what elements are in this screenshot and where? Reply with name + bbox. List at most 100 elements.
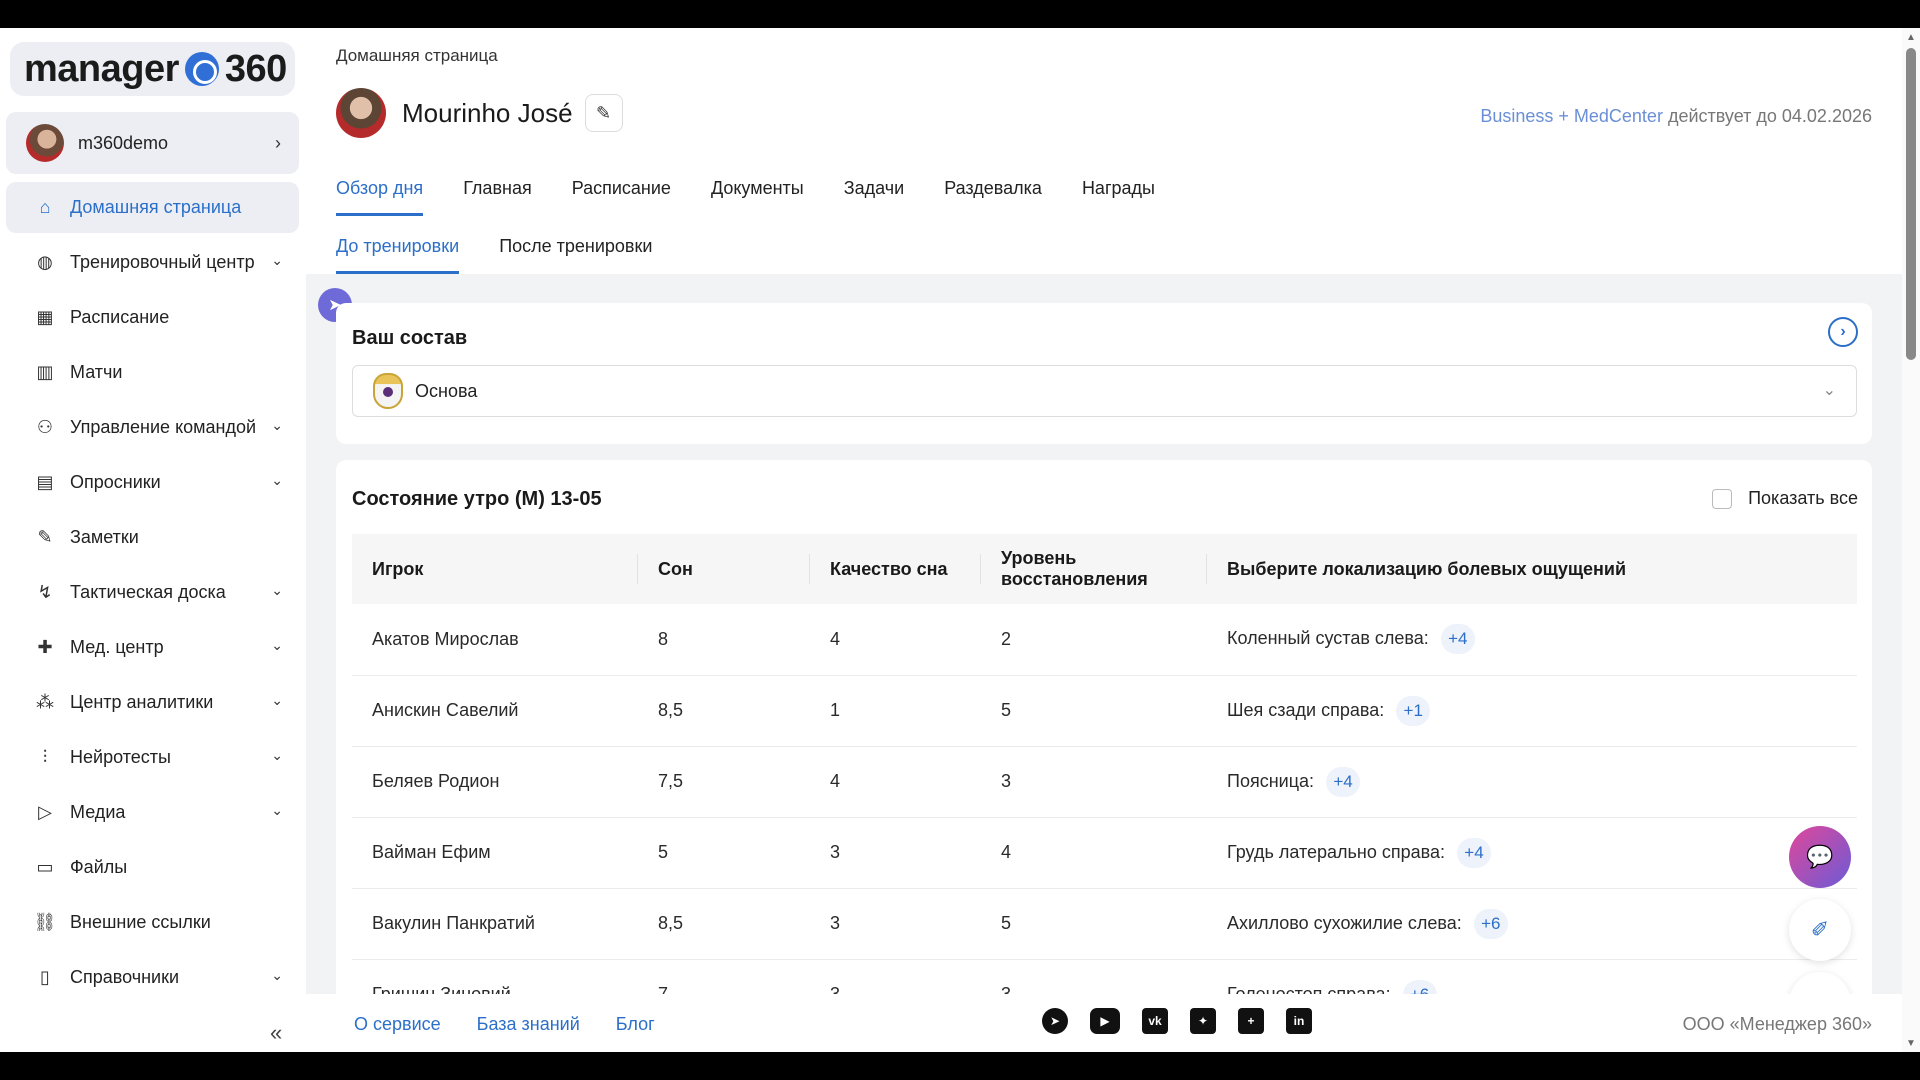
player-cell: Беляев Родион: [372, 771, 500, 791]
table-row[interactable]: Вайман Ефим 5 3 4 Грудь латерально справа: +4: [352, 817, 1857, 888]
pain-cell: Коленный сустав слева: +4: [1207, 604, 1857, 675]
show-all-checkbox[interactable]: [1712, 488, 1733, 509]
sidebar-item-folder[interactable]: ▭ Файлы: [6, 842, 299, 893]
column-header[interactable]: Выберите локализацию болевых ощущений: [1207, 534, 1857, 604]
sidebar-item-play[interactable]: ▷ Медиа ⌄: [6, 787, 299, 838]
scroll-down-arrow-icon[interactable]: ▼: [1906, 1038, 1916, 1049]
table-row[interactable]: Вакулин Панкратий 8,5 3 5 Ахиллово сухожилие…: [352, 888, 1857, 959]
chevron-down-icon: ⌄: [271, 802, 283, 818]
tab-3[interactable]: Расписание: [572, 178, 671, 216]
scroll-up-arrow-icon[interactable]: ▲: [1906, 32, 1916, 43]
sidebar-item-pencil[interactable]: ✎ Заметки: [6, 512, 299, 563]
state-table: Игрок Сон Качество сна Уровень восстановлен…: [352, 534, 1857, 1020]
chevron-down-icon: ⌄: [271, 252, 283, 268]
sidebar-item-ball[interactable]: ◍ Тренировочный центр ⌄: [6, 237, 299, 288]
pain-location: Коленный сустав слева:: [1227, 628, 1429, 649]
recovery-cell: 2: [1001, 628, 1012, 649]
table-row[interactable]: Анискин Савелий 8,5 1 5 Шея сзади справа: +1: [352, 675, 1857, 746]
sidebar-item-label: Тактическая доска: [70, 582, 226, 602]
more-locations-badge[interactable]: +4: [1457, 837, 1491, 868]
tab-4[interactable]: Документы: [711, 178, 804, 216]
sleep-quality-cell: 4: [830, 628, 841, 649]
table-row[interactable]: Акатов Мирослав 8 4 2 Коленный сустав слева:…: [352, 604, 1857, 675]
chat-button[interactable]: 💬: [1789, 826, 1851, 888]
more-locations-badge[interactable]: +4: [1326, 766, 1361, 797]
license-plan[interactable]: Business + MedCenter: [1480, 106, 1663, 126]
sidebar-item-link[interactable]: ⛓ Внешние ссылки: [6, 897, 299, 948]
chevron-down-icon: ⌄: [271, 967, 283, 983]
recovery-cell: 5: [1001, 913, 1012, 933]
table-row[interactable]: Беляев Родион 7,5 4 3 Поясница: +4: [352, 746, 1857, 817]
tab-5[interactable]: Задачи: [844, 178, 904, 216]
footer-link[interactable]: О сервисе: [354, 1014, 441, 1035]
profile-name: Mourinho José: [402, 97, 573, 128]
pencil-icon: ✎: [37, 527, 53, 547]
more-locations-badge[interactable]: +6: [1473, 908, 1508, 939]
sleep-cell: 8,5: [658, 700, 684, 720]
sidebar-item-home[interactable]: ⌂ Домашняя страница: [6, 182, 299, 233]
show-all-label: Показать все: [1748, 488, 1858, 508]
linkedin-icon[interactable]: in: [1286, 1008, 1312, 1034]
pain-location: Ахиллово сухожилие слева:: [1227, 912, 1462, 933]
sidebar-item-tactics[interactable]: ↯ Тактическая доска ⌄: [6, 567, 299, 618]
logo[interactable]: manager 360: [10, 42, 295, 96]
main-tabs: Обзор дня Главная Расписание Документы Задач…: [336, 178, 1195, 216]
collapse-sidebar-icon[interactable]: «: [270, 1020, 282, 1046]
subtab-1[interactable]: До тренировки: [336, 236, 460, 274]
yandex-zen-icon[interactable]: ✦: [1190, 1008, 1216, 1034]
pain-cell: Поясница: +4: [1207, 746, 1857, 817]
chevron-right-circle-icon: ›: [1840, 323, 1846, 340]
folder-icon: ▭: [36, 857, 54, 877]
rutube-icon[interactable]: +: [1238, 1008, 1264, 1034]
tab-2[interactable]: Главная: [463, 178, 532, 216]
sidebar-item-survey[interactable]: ▤ Опросники ⌄: [6, 457, 299, 508]
footer-link[interactable]: Блог: [616, 1014, 655, 1035]
page-scrollbar[interactable]: ▲ ▼: [1902, 28, 1920, 1052]
draw-button[interactable]: ✐: [1789, 899, 1851, 961]
sidebar-item-label: Управление командой: [70, 417, 257, 437]
more-locations-badge[interactable]: +1: [1396, 695, 1431, 726]
table-body: Акатов Мирослав 8 4 2 Коленный сустав слева:…: [352, 604, 1857, 1020]
sidebar-item-medkit[interactable]: ✚ Мед. центр ⌄: [6, 622, 299, 673]
column-header[interactable]: Сон: [638, 534, 810, 604]
open-squad-button[interactable]: ›: [1828, 317, 1858, 347]
column-header[interactable]: Уровень восстановления: [981, 534, 1207, 604]
user-switcher[interactable]: m360demo ›: [6, 112, 299, 174]
sidebar-item-chart[interactable]: ▥ Матчи: [6, 347, 299, 398]
sidebar-item-analytics[interactable]: ⁂ Центр аналитики ⌄: [6, 677, 299, 728]
show-all-toggle[interactable]: Показать все: [1712, 488, 1858, 509]
sidebar-item-sliders[interactable]: ⫶ Нейротесты ⌄: [6, 732, 299, 783]
more-locations-badge[interactable]: +4: [1440, 624, 1475, 655]
chevron-down-icon: ⌄: [271, 582, 283, 598]
sidebar-item-label: Нейротесты: [70, 747, 171, 767]
state-table-title: Состояние утро (М) 13-05: [352, 488, 602, 510]
scroll-thumb[interactable]: [1906, 48, 1916, 360]
youtube-icon[interactable]: ▶: [1090, 1008, 1120, 1034]
edit-profile-button[interactable]: ✎: [584, 94, 623, 132]
subtab-2[interactable]: После тренировки: [499, 236, 652, 274]
chevron-down-icon: ⌄: [271, 417, 283, 433]
profile-avatar: [336, 88, 386, 138]
sidebar-item-team[interactable]: ⚇ Управление командой ⌄: [6, 402, 299, 453]
column-header[interactable]: Качество сна: [810, 534, 981, 604]
column-header[interactable]: Игрок: [352, 534, 638, 604]
sidebar-item-book[interactable]: ▯ Справочники ⌄: [6, 952, 299, 1003]
sidebar-item-label: Мед. центр: [70, 637, 164, 657]
copyright: ООО «Менеджер 360»: [1682, 1014, 1872, 1034]
tab-7[interactable]: Награды: [1082, 178, 1155, 216]
squad-select[interactable]: Основа ⌄: [352, 365, 1857, 417]
tab-1[interactable]: Обзор дня: [336, 178, 424, 216]
squad-select-value: Основа: [415, 380, 478, 401]
chevron-right-icon: ›: [275, 132, 281, 153]
telegram-icon[interactable]: ➤: [1042, 1008, 1068, 1034]
player-cell: Анискин Савелий: [372, 700, 519, 720]
pain-location: Шея сзади справа:: [1227, 699, 1385, 720]
sidebar-item-calendar[interactable]: ▦ Расписание: [6, 292, 299, 343]
vk-icon[interactable]: vk: [1142, 1008, 1168, 1034]
tab-6[interactable]: Раздевалка: [944, 178, 1042, 216]
team-crest-icon: [373, 373, 403, 409]
footer-link[interactable]: База знаний: [477, 1014, 580, 1035]
breadcrumb: Домашняя страница: [336, 46, 498, 65]
sidebar-item-label: Центр аналитики: [70, 692, 214, 712]
user-name: m360demo: [78, 132, 169, 153]
